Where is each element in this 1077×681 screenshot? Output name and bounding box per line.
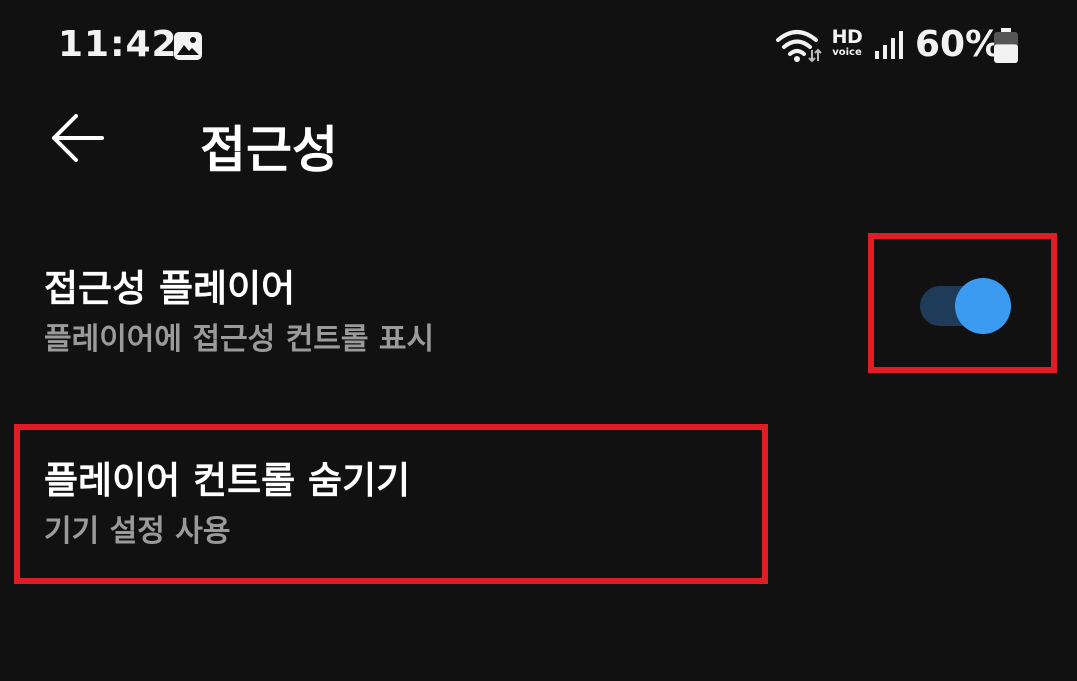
status-bar: 11:42 HD voice 60% <box>0 0 1077 92</box>
accessibility-settings-screen: 11:42 HD voice 60% 접근성 접근성 플레이어 플레이어에 접근… <box>0 0 1077 681</box>
hd-voice-indicator: HD voice <box>829 28 865 64</box>
hide-player-controls-setting[interactable]: 플레이어 컨트롤 숨기기 기기 설정 사용 <box>14 424 768 584</box>
toggle-thumb <box>955 278 1011 334</box>
wifi-icon <box>776 30 822 63</box>
voice-label: voice <box>832 47 862 58</box>
toggle-container <box>868 236 1057 372</box>
page-title: 접근성 <box>200 121 338 179</box>
arrow-left-icon <box>52 114 104 162</box>
cell-signal-icon <box>875 31 903 59</box>
battery-percent: 60% <box>915 24 1002 65</box>
accessibility-player-toggle[interactable] <box>920 278 1012 334</box>
setting-title: 플레이어 컨트롤 숨기기 <box>44 459 411 502</box>
status-time: 11:42 <box>58 24 178 65</box>
accessibility-player-setting[interactable]: 접근성 플레이어 플레이어에 접근성 컨트롤 표시 <box>14 238 1057 368</box>
battery-icon <box>994 28 1018 63</box>
image-notification-icon <box>174 32 202 60</box>
setting-summary: 플레이어에 접근성 컨트롤 표시 <box>44 322 435 357</box>
back-button[interactable] <box>44 108 110 168</box>
setting-summary: 기기 설정 사용 <box>44 514 231 549</box>
setting-title: 접근성 플레이어 <box>44 267 296 310</box>
hd-label: HD <box>831 26 863 48</box>
